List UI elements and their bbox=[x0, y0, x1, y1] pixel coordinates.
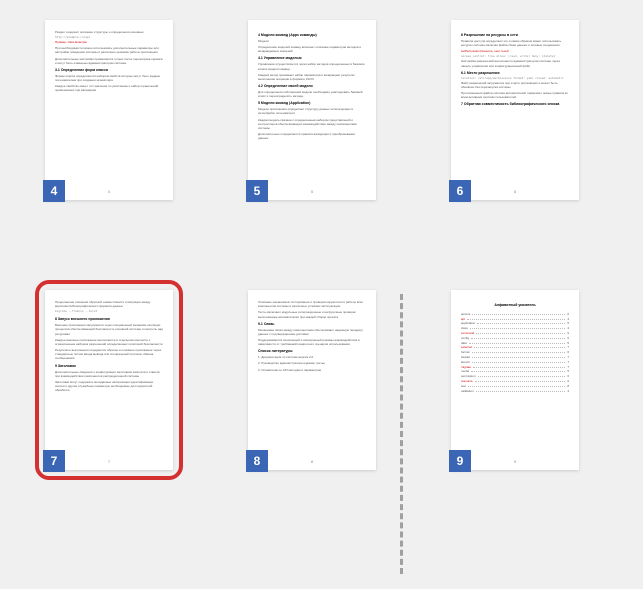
page-content: 6 Разрешение на ресурсы в сетиПравила до… bbox=[461, 33, 569, 107]
page-preview: 4 Модели команд (Apps команды)МоделиОпре… bbox=[248, 20, 376, 200]
page-thumbnail-7[interactable]: Продолжение описания обратной совместимо… bbox=[45, 290, 173, 470]
page-content: 4 Модели команд (Apps команды)МоделиОпре… bbox=[258, 33, 366, 141]
page-number-badge: 4 bbox=[43, 180, 65, 202]
page-content: Раздел содержит описание структуры и опр… bbox=[55, 30, 163, 93]
page-content: Описание механизмов тестирования и прове… bbox=[258, 300, 366, 372]
page-number-badge: 8 bbox=[246, 450, 268, 472]
page-footer-number: 5 bbox=[311, 189, 313, 194]
page-number-badge: 9 bbox=[449, 450, 471, 472]
page-footer-number: 8 bbox=[311, 459, 313, 464]
page-preview: 6 Разрешение на ресурсы в сетиПравила до… bbox=[451, 20, 579, 200]
page-thumbnail-5[interactable]: 4 Модели команд (Apps команды)МоделиОпре… bbox=[248, 20, 376, 200]
page-preview: Раздел содержит описание структуры и опр… bbox=[45, 20, 173, 200]
page-content: Алфавитный указательaccess6api4applicati… bbox=[461, 303, 569, 393]
page-footer-number: 6 bbox=[514, 189, 516, 194]
page-footer-number: 9 bbox=[514, 459, 516, 464]
page-number-badge: 7 bbox=[43, 450, 65, 472]
page-thumbnail-4[interactable]: Раздел содержит описание структуры и опр… bbox=[45, 20, 173, 200]
thumbnails-container: Раздел содержит описание структуры и опр… bbox=[0, 0, 643, 580]
page-number-badge: 6 bbox=[449, 180, 471, 202]
page-footer-number: 4 bbox=[108, 189, 110, 194]
page-thumbnail-6[interactable]: 6 Разрешение на ресурсы в сетиПравила до… bbox=[451, 20, 579, 200]
page-preview: Продолжение описания обратной совместимо… bbox=[45, 290, 173, 470]
page-thumbnail-9[interactable]: Алфавитный указательaccess6api4applicati… bbox=[451, 290, 579, 470]
page-content: Продолжение описания обратной совместимо… bbox=[55, 300, 163, 393]
page-thumbnail-8[interactable]: Описание механизмов тестирования и прове… bbox=[248, 290, 376, 470]
thumbnail-row-2: Продолжение описания обратной совместимо… bbox=[20, 290, 623, 470]
page-footer-number: 7 bbox=[108, 459, 110, 464]
page-preview: Алфавитный указательaccess6api4applicati… bbox=[451, 290, 579, 470]
page-preview: Описание механизмов тестирования и прове… bbox=[248, 290, 376, 470]
page-number-badge: 5 bbox=[246, 180, 268, 202]
thumbnail-row-1: Раздел содержит описание структуры и опр… bbox=[20, 20, 623, 200]
